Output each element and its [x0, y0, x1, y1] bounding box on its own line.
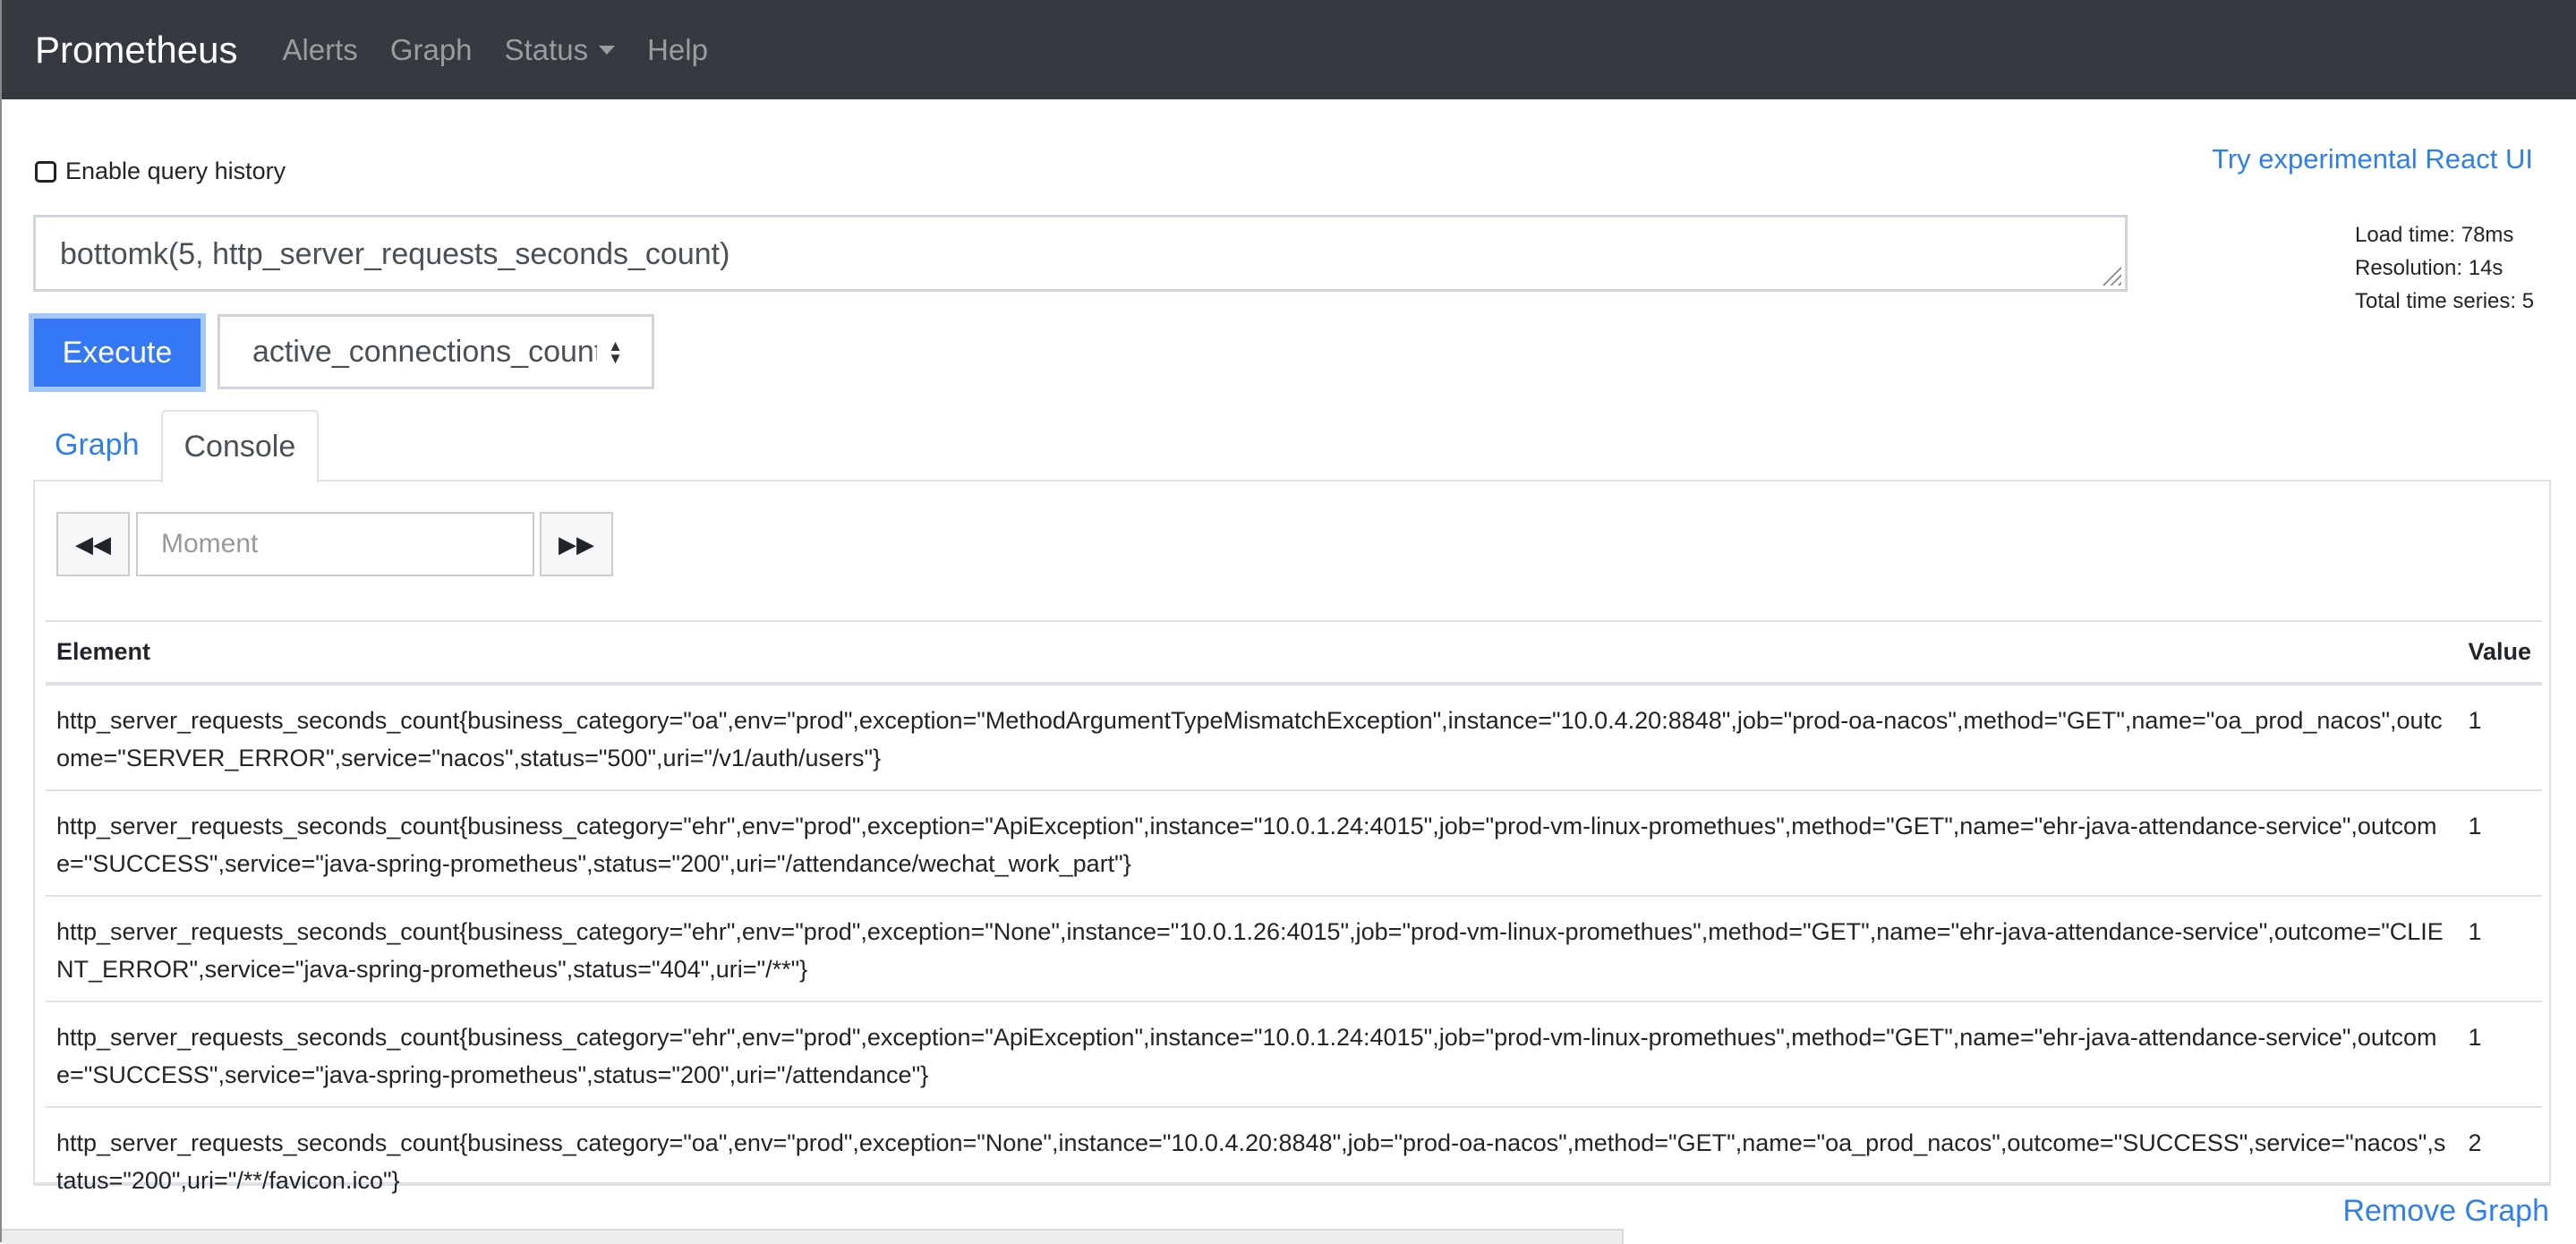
moment-input[interactable]	[136, 512, 534, 576]
series-element: http_server_requests_seconds_count{busin…	[46, 896, 2458, 1002]
metric-select[interactable]: active_connections_count ▲ ▼	[218, 314, 654, 389]
table-row: http_server_requests_seconds_count{busin…	[46, 1001, 2542, 1108]
query-expression-input[interactable]: bottomk(5, http_server_requests_seconds_…	[33, 215, 2128, 292]
nav-graph[interactable]: Graph	[390, 33, 473, 67]
results-table: Element Value http_server_requests_secon…	[46, 620, 2542, 1212]
back-button[interactable]: ◀◀	[56, 512, 130, 576]
series-element: http_server_requests_seconds_count{busin…	[56, 1129, 2446, 1194]
nav-alerts-label: Alerts	[282, 32, 358, 66]
execute-button[interactable]: Execute	[29, 313, 206, 392]
react-ui-link[interactable]: Try experimental React UI	[2212, 143, 2533, 175]
caret-down-icon	[599, 45, 616, 55]
query-stats: Load time: 78ms Resolution: 14s Total ti…	[2355, 218, 2534, 318]
nav-status-label: Status	[504, 32, 589, 66]
moment-controls: ◀◀ ▶▶	[56, 512, 613, 576]
column-header-element: Element	[46, 620, 2458, 686]
horizontal-scrollbar[interactable]	[2, 1229, 1624, 1244]
series-value: 1	[2457, 790, 2542, 897]
console-panel: ◀◀ ▶▶ Element Value http_server_requests…	[33, 480, 2551, 1194]
query-history-checkbox[interactable]	[35, 160, 56, 183]
table-row: http_server_requests_seconds_count{busin…	[46, 896, 2542, 1002]
series-element: http_server_requests_seconds_count{busin…	[46, 790, 2458, 897]
resize-handle-icon[interactable]	[2102, 266, 2121, 285]
series-value: 1	[2457, 1001, 2542, 1108]
query-expression-text: bottomk(5, http_server_requests_seconds_…	[60, 237, 730, 271]
select-arrows-icon: ▲ ▼	[608, 337, 623, 367]
fast-backward-icon: ◀◀	[75, 530, 111, 558]
series-element: http_server_requests_seconds_count{busin…	[46, 1001, 2458, 1108]
table-row: http_server_requests_seconds_count{busin…	[46, 1107, 2542, 1212]
nav-graph-label: Graph	[389, 32, 473, 66]
series-element: http_server_requests_seconds_count{busin…	[46, 684, 2458, 791]
series-value: 1	[2457, 684, 2542, 791]
table-row: http_server_requests_seconds_count{busin…	[46, 790, 2542, 897]
nav-status-dropdown[interactable]: Status	[505, 33, 616, 67]
nav-help[interactable]: Help	[647, 33, 708, 67]
query-history-toggle[interactable]: Enable query history	[35, 158, 286, 185]
metric-select-value: active_connections_count	[252, 334, 597, 369]
tab-bar: Graph Console	[33, 410, 320, 483]
nav-help-label: Help	[647, 32, 708, 66]
tab-graph[interactable]: Graph	[33, 410, 161, 480]
resolution: Resolution: 14s	[2355, 256, 2503, 280]
remove-graph-link[interactable]: Remove Graph	[2342, 1194, 2549, 1229]
table-header-row: Element Value	[46, 620, 2542, 686]
total-time-series: Total time series: 5	[2355, 289, 2535, 313]
series-value: 1	[2457, 896, 2542, 1002]
query-history-label: Enable query history	[65, 158, 286, 184]
navbar: Prometheus Alerts Graph Status Help	[2, 0, 2576, 99]
column-header-value: Value	[2457, 620, 2542, 686]
tab-console[interactable]: Console	[160, 410, 320, 483]
brand-logo[interactable]: Prometheus	[35, 29, 237, 72]
nav-alerts[interactable]: Alerts	[282, 33, 357, 67]
fast-forward-icon: ▶▶	[559, 530, 594, 558]
table-row: http_server_requests_seconds_count{busin…	[46, 684, 2542, 791]
load-time: Load time: 78ms	[2355, 223, 2514, 247]
forward-button[interactable]: ▶▶	[540, 512, 613, 576]
